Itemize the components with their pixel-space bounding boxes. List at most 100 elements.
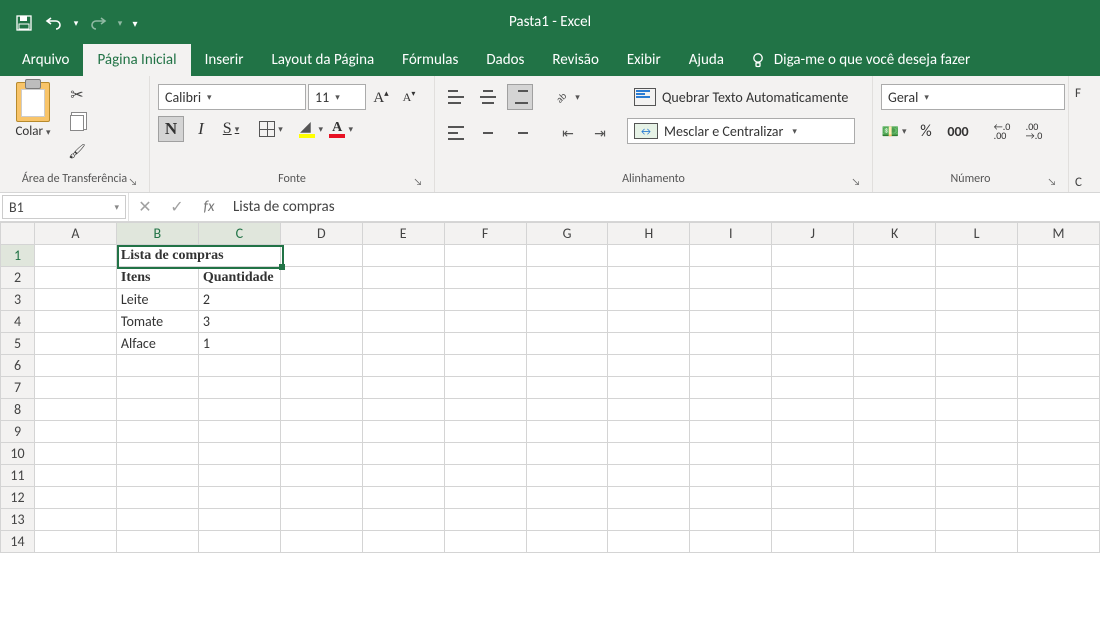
cell-I13[interactable] — [690, 509, 772, 531]
tab-exibir[interactable]: Exibir — [613, 44, 675, 76]
cell-C7[interactable] — [198, 377, 280, 399]
cell-A8[interactable] — [34, 399, 116, 421]
merge-center-button[interactable]: Mesclar e Centralizar — [627, 118, 855, 144]
cell-K9[interactable] — [854, 421, 936, 443]
formula-input[interactable]: Lista de compras — [225, 193, 1100, 221]
paste-button[interactable]: Colar — [8, 80, 58, 141]
row-header-6[interactable]: 6 — [1, 355, 35, 377]
cell-G3[interactable] — [526, 289, 608, 311]
cell-G12[interactable] — [526, 487, 608, 509]
redo-button[interactable] — [84, 9, 112, 37]
number-dialog-launcher[interactable]: ↘ — [1046, 176, 1058, 188]
row-header-2[interactable]: 2 — [1, 267, 35, 289]
cell-I8[interactable] — [690, 399, 772, 421]
tell-me-search[interactable]: Diga-me o que você deseja fazer — [738, 44, 982, 76]
cell-J5[interactable] — [772, 333, 854, 355]
cell-D7[interactable] — [280, 377, 362, 399]
fill-color-button[interactable] — [298, 116, 324, 142]
cell-G4[interactable] — [526, 311, 608, 333]
cell-D8[interactable] — [280, 399, 362, 421]
cell-I1[interactable] — [690, 245, 772, 267]
cell-L9[interactable] — [936, 421, 1018, 443]
cell-M2[interactable] — [1017, 267, 1099, 289]
orientation-button[interactable] — [555, 84, 581, 110]
tab-dados[interactable]: Dados — [472, 44, 538, 76]
cell-L3[interactable] — [936, 289, 1018, 311]
cell-I3[interactable] — [690, 289, 772, 311]
cell-G10[interactable] — [526, 443, 608, 465]
cell-A10[interactable] — [34, 443, 116, 465]
cell-M14[interactable] — [1017, 531, 1099, 553]
cell-A6[interactable] — [34, 355, 116, 377]
cancel-formula-button[interactable]: ✕ — [129, 197, 161, 217]
cell-M4[interactable] — [1017, 311, 1099, 333]
cell-F3[interactable] — [444, 289, 526, 311]
cell-D3[interactable] — [280, 289, 362, 311]
cell-K5[interactable] — [854, 333, 936, 355]
cell-G7[interactable] — [526, 377, 608, 399]
cell-M8[interactable] — [1017, 399, 1099, 421]
cell-B1[interactable]: Lista de compras — [116, 245, 280, 267]
cell-H14[interactable] — [608, 531, 690, 553]
cell-I7[interactable] — [690, 377, 772, 399]
borders-button[interactable] — [258, 116, 284, 142]
cut-button[interactable] — [64, 82, 90, 108]
cell-K4[interactable] — [854, 311, 936, 333]
cell-E10[interactable] — [362, 443, 444, 465]
row-header-13[interactable]: 13 — [1, 509, 35, 531]
increase-indent-button[interactable] — [587, 120, 613, 146]
cell-I14[interactable] — [690, 531, 772, 553]
row-header-5[interactable]: 5 — [1, 333, 35, 355]
cell-D10[interactable] — [280, 443, 362, 465]
grow-font-button[interactable]: A▴ — [368, 84, 394, 110]
cell-I10[interactable] — [690, 443, 772, 465]
cell-D13[interactable] — [280, 509, 362, 531]
cell-J14[interactable] — [772, 531, 854, 553]
cell-E12[interactable] — [362, 487, 444, 509]
cell-H4[interactable] — [608, 311, 690, 333]
row-header-10[interactable]: 10 — [1, 443, 35, 465]
cell-H13[interactable] — [608, 509, 690, 531]
cell-J7[interactable] — [772, 377, 854, 399]
cell-C8[interactable] — [198, 399, 280, 421]
cell-B13[interactable] — [116, 509, 198, 531]
cell-K13[interactable] — [854, 509, 936, 531]
comma-format-button[interactable]: 000 — [945, 118, 971, 144]
cell-J11[interactable] — [772, 465, 854, 487]
cell-D4[interactable] — [280, 311, 362, 333]
cell-L13[interactable] — [936, 509, 1018, 531]
cell-I9[interactable] — [690, 421, 772, 443]
cell-B2[interactable]: Itens — [116, 267, 198, 289]
percent-format-button[interactable]: % — [913, 118, 939, 144]
cell-E2[interactable] — [362, 267, 444, 289]
select-all-corner[interactable] — [1, 223, 35, 245]
cell-C2[interactable]: Quantidade — [198, 267, 280, 289]
row-header-8[interactable]: 8 — [1, 399, 35, 421]
cell-D5[interactable] — [280, 333, 362, 355]
cell-B4[interactable]: Tomate — [116, 311, 198, 333]
undo-dropdown[interactable]: ▾ — [70, 9, 82, 37]
cell-K2[interactable] — [854, 267, 936, 289]
cell-H11[interactable] — [608, 465, 690, 487]
font-size-combo[interactable]: 11▾ — [308, 84, 366, 110]
col-header-M[interactable]: M — [1017, 223, 1099, 245]
cell-E6[interactable] — [362, 355, 444, 377]
row-header-1[interactable]: 1 — [1, 245, 35, 267]
cell-C9[interactable] — [198, 421, 280, 443]
underline-button[interactable]: S — [218, 116, 244, 142]
cell-F13[interactable] — [444, 509, 526, 531]
cell-B3[interactable]: Leite — [116, 289, 198, 311]
cell-C11[interactable] — [198, 465, 280, 487]
cell-C13[interactable] — [198, 509, 280, 531]
cell-A7[interactable] — [34, 377, 116, 399]
cell-D1[interactable] — [280, 245, 362, 267]
cell-D6[interactable] — [280, 355, 362, 377]
cell-H3[interactable] — [608, 289, 690, 311]
cell-F14[interactable] — [444, 531, 526, 553]
format-painter-button[interactable] — [64, 138, 90, 164]
copy-button[interactable] — [64, 110, 90, 136]
cell-I12[interactable] — [690, 487, 772, 509]
cell-C10[interactable] — [198, 443, 280, 465]
align-top-button[interactable] — [443, 84, 469, 110]
cell-I5[interactable] — [690, 333, 772, 355]
